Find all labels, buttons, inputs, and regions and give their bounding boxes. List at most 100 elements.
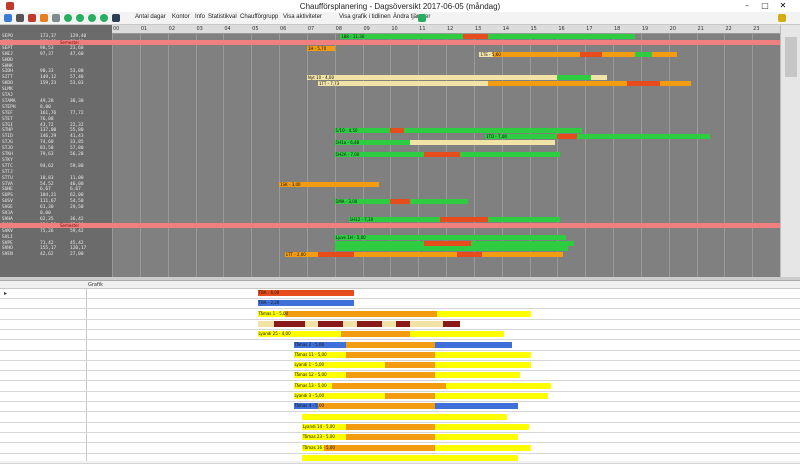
graphic-bar-segment[interactable] <box>274 320 305 327</box>
driver-row[interactable]: STAMA 49,28 38,38 <box>0 99 112 104</box>
driver-row[interactable]: STEF 161,76 77,72 <box>0 111 112 116</box>
graphic-bar-segment[interactable] <box>384 393 435 399</box>
graphic-bar-segment[interactable] <box>434 444 532 451</box>
toolbar-item-2[interactable]: Info <box>195 14 205 20</box>
graphic-row[interactable] <box>0 453 800 464</box>
shift-bar-segment[interactable] <box>601 51 636 57</box>
graphic-bar-segment[interactable] <box>346 341 435 348</box>
refresh-icon[interactable] <box>4 14 12 22</box>
shift-bar-segment[interactable] <box>626 81 661 87</box>
driver-row[interactable]: SHDD <box>0 58 112 63</box>
driver-row[interactable]: SITT 149,12 57,40 <box>0 75 112 80</box>
shift-bar-segment[interactable] <box>409 199 469 205</box>
graphic-bar-segment[interactable] <box>434 423 529 430</box>
toolbar-item-4[interactable]: Chaufförgrupp <box>240 14 278 20</box>
shift-bar-segment[interactable] <box>334 246 569 252</box>
shift-bar-segment[interactable] <box>423 152 460 157</box>
graphic-bar-segment[interactable] <box>343 320 358 327</box>
driver-row[interactable]: STJO 83,58 57,80 <box>0 146 112 151</box>
graphic-bar-segment[interactable] <box>445 382 551 389</box>
scrollbar-thumb[interactable] <box>785 37 797 77</box>
graphic-bar-segment[interactable] <box>346 423 435 430</box>
shift-bar-segment[interactable] <box>459 152 561 157</box>
shift-bar-segment[interactable] <box>390 199 410 205</box>
graphic-bar-segment[interactable] <box>301 413 507 420</box>
driver-row[interactable]: STEPH 8,00 <box>0 105 112 110</box>
graphic-bar-segment[interactable] <box>285 310 438 317</box>
shift-bar-segment[interactable] <box>471 240 575 246</box>
shift-bar-segment[interactable] <box>440 216 488 222</box>
graphic-bar-segment[interactable] <box>304 320 319 327</box>
green-export-icon[interactable] <box>418 14 426 22</box>
shift-bar-segment[interactable] <box>635 51 652 57</box>
driver-row[interactable]: STTU 10,83 11,00 <box>0 176 112 181</box>
driver-row[interactable]: SHEJ 97,37 47,60 <box>0 52 112 57</box>
driver-row[interactable]: STID 146,29 41,43 <box>0 134 112 139</box>
shift-bar-segment[interactable] <box>590 75 608 81</box>
driver-row[interactable]: SEPO 173,37 129,40 <box>0 34 112 39</box>
shift-bar-segment[interactable] <box>409 140 555 146</box>
graphic-bar-segment[interactable] <box>257 320 275 327</box>
toolbar-item-5[interactable]: Visa aktiviteter <box>283 14 322 20</box>
graphic-bar-segment[interactable] <box>434 393 549 399</box>
graphic-bar-segment[interactable] <box>434 403 518 410</box>
driver-row[interactable]: SEPT 98,53 23,60 <box>0 46 112 51</box>
toolbar-item-1[interactable]: Kontor <box>172 14 190 20</box>
up-icon[interactable] <box>64 14 72 22</box>
shift-bar-segment[interactable] <box>354 252 458 258</box>
shift-bar-segment[interactable] <box>462 34 488 39</box>
close-button[interactable]: ✕ <box>776 1 790 11</box>
driver-row[interactable]: SVGE 61,30 29,50 <box>0 205 112 210</box>
driver-row[interactable]: SVKV 75,26 59,42 <box>0 229 112 234</box>
driver-row[interactable]: SVHA 62,35 36,42 <box>0 217 112 222</box>
right-icon[interactable] <box>100 14 108 22</box>
graphic-bar-segment[interactable] <box>434 362 532 369</box>
driver-row[interactable]: STVA 54,52 46,00 <box>0 182 112 187</box>
shift-bar-segment[interactable] <box>482 252 563 258</box>
driver-row[interactable]: SUSV 111,67 54,50 <box>0 199 112 204</box>
graphic-bar-segment[interactable] <box>357 320 383 327</box>
graphic-bar-segment[interactable] <box>318 320 344 327</box>
absence-bar[interactable] <box>112 39 780 45</box>
driver-row[interactable]: SUHE 6,67 6,67 <box>0 187 112 192</box>
print-icon[interactable] <box>16 14 24 22</box>
driver-row[interactable]: SKDO 159,23 53,03 <box>0 81 112 86</box>
graphic-bar-segment[interactable] <box>384 362 435 369</box>
toolbar-item-0[interactable]: Antal dagar <box>135 14 166 20</box>
driver-row[interactable]: STKH 79,63 56,20 <box>0 152 112 157</box>
graphic-bar-segment[interactable] <box>434 351 532 358</box>
driver-row[interactable]: STKY <box>0 158 112 163</box>
shift-bar-segment[interactable] <box>317 81 488 87</box>
graphic-bar-segment[interactable] <box>346 372 435 379</box>
driver-row[interactable]: STJG 74,60 33,85 <box>0 140 112 145</box>
shift-bar-segment[interactable] <box>487 216 561 222</box>
grid-icon[interactable] <box>112 14 120 22</box>
shift-bar-segment[interactable] <box>651 51 677 57</box>
driver-row[interactable]: SIDH 90,33 53,00 <box>0 69 112 74</box>
graphic-bar-segment[interactable] <box>434 341 513 348</box>
shift-bar-segment[interactable] <box>306 75 558 81</box>
graphic-bar-segment[interactable] <box>409 331 504 338</box>
graphic-bar-segment[interactable] <box>323 444 435 451</box>
shift-bar-segment[interactable] <box>660 81 691 87</box>
graphic-bar-segment[interactable] <box>442 320 460 327</box>
driver-row[interactable]: SHHK <box>0 64 112 69</box>
shift-bar-segment[interactable] <box>334 234 566 240</box>
driver-row[interactable]: STHP 137,00 55,80 <box>0 128 112 133</box>
settings-icon[interactable] <box>52 14 60 22</box>
driver-row[interactable]: SVPE 71,42 45,42 <box>0 241 112 246</box>
toolbar-item-6[interactable]: Visa grafik i tidlinen <box>339 14 391 20</box>
shift-bar-segment[interactable] <box>557 134 577 140</box>
driver-row[interactable]: SVLI <box>0 235 112 240</box>
down-icon[interactable] <box>76 14 84 22</box>
maximize-button[interactable]: □ <box>758 1 772 11</box>
driver-row[interactable]: SVEN 42,62 27,00 <box>0 252 112 257</box>
graphic-bar-segment[interactable] <box>395 320 410 327</box>
minimize-button[interactable]: – <box>740 1 754 11</box>
graphic-bar-segment[interactable] <box>382 320 396 327</box>
shift-bar-segment[interactable] <box>576 134 711 140</box>
graphic-bar-segment[interactable] <box>434 372 521 379</box>
toolbar-item-3[interactable]: Statistikval <box>208 14 237 20</box>
calendar-icon[interactable] <box>28 14 36 22</box>
shift-bar-segment[interactable] <box>579 51 602 57</box>
